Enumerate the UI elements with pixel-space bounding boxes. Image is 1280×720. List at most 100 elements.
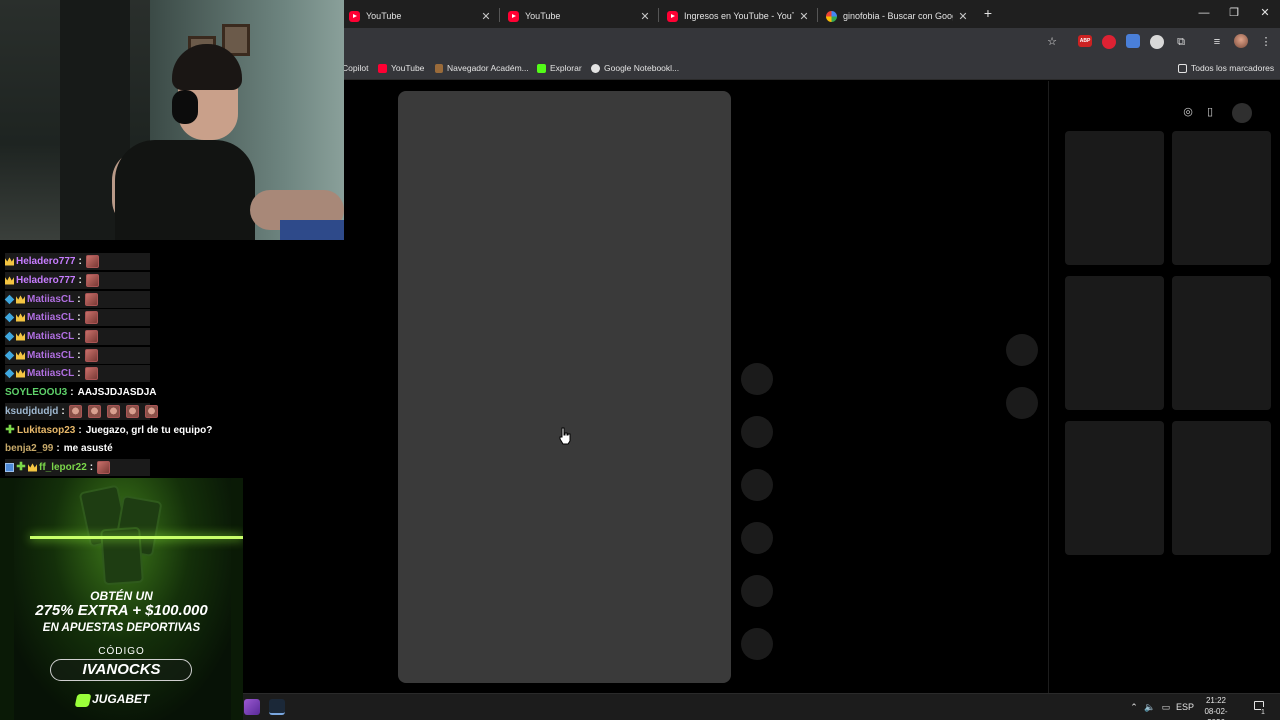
close-icon[interactable]: ✕	[957, 10, 969, 23]
sound-button-placeholder[interactable]	[741, 628, 773, 660]
youtube-icon	[378, 63, 387, 73]
tab-youtube-revenue[interactable]: Ingresos en YouTube - YouTube ✕	[661, 4, 816, 28]
side-card-placeholder[interactable]	[1172, 421, 1271, 555]
app-icon[interactable]	[244, 699, 260, 715]
side-card-placeholder[interactable]	[1172, 131, 1271, 265]
close-icon[interactable]: ✕	[480, 10, 492, 23]
like-button-placeholder[interactable]	[741, 363, 773, 395]
youtube-icon	[349, 10, 360, 22]
close-window-icon[interactable]: ✕	[1254, 4, 1276, 22]
chat-separator: :	[77, 293, 81, 305]
windows-taskbar	[243, 693, 1280, 720]
chat-separator: :	[78, 255, 82, 267]
side-card-placeholder[interactable]	[1065, 421, 1164, 555]
steam-icon[interactable]	[269, 699, 285, 715]
chat-username: ff_lepor22	[39, 461, 87, 473]
side-card-placeholder[interactable]	[1172, 276, 1271, 410]
clock-time: 21:22	[1205, 696, 1227, 705]
translate-extension-icon[interactable]	[1126, 34, 1140, 48]
account-avatar-placeholder[interactable]	[1232, 103, 1252, 123]
cast-icon[interactable]: ◎	[1180, 104, 1196, 120]
close-icon[interactable]: ✕	[639, 10, 651, 23]
tab-google-search[interactable]: ginofobia - Buscar con Google ✕	[820, 4, 975, 28]
notification-icon[interactable]: 1	[1252, 701, 1266, 719]
emote-icon	[125, 404, 139, 418]
chat-message: MatiiasCL:	[4, 346, 150, 364]
chat-separator: :	[77, 349, 81, 361]
share-button-placeholder[interactable]	[741, 522, 773, 554]
close-icon[interactable]: ✕	[798, 10, 810, 23]
chat-username: ksudjdudjd	[5, 405, 59, 417]
media-control-icon[interactable]: ≡	[1209, 34, 1225, 50]
network-icon[interactable]: ▭	[1159, 701, 1173, 713]
profile-avatar[interactable]	[1234, 34, 1248, 48]
ad-line-3: EN APUESTAS DEPORTIVAS	[42, 622, 201, 634]
bookmark-copilot[interactable]: Copilot	[342, 61, 368, 75]
hand-cursor-icon	[559, 427, 571, 445]
shorts-player-placeholder[interactable]	[398, 91, 731, 683]
next-short-button[interactable]	[1006, 387, 1038, 419]
extension-red-icon[interactable]	[1102, 35, 1116, 49]
side-card-placeholder[interactable]	[1065, 276, 1164, 410]
chat-message: MatiiasCL:	[4, 327, 150, 345]
chat-username: Heladero777	[16, 274, 76, 286]
all-bookmarks-label: Todos los marcadores	[1191, 63, 1275, 73]
academic-icon	[435, 63, 443, 73]
bookmark-label: YouTube	[391, 63, 425, 73]
folder-icon	[1178, 63, 1187, 73]
language-indicator[interactable]: ESP	[1176, 701, 1194, 713]
chat-separator: :	[77, 367, 81, 379]
chat-separator: :	[56, 442, 60, 454]
google-icon	[826, 10, 837, 22]
tab-separator	[817, 8, 818, 22]
extension-grey-icon[interactable]	[1150, 35, 1164, 49]
bookmark-explore[interactable]: Explorar	[537, 61, 582, 75]
chat-message-text: me asusté	[63, 442, 113, 454]
plus-badge-icon: ✚	[16, 460, 26, 473]
bookmark-label: Google Notebookl...	[604, 63, 680, 73]
chat-username: MatiiasCL	[27, 311, 75, 323]
minimize-icon[interactable]: —	[1193, 4, 1215, 22]
emote-icon	[68, 404, 82, 418]
side-card-placeholder[interactable]	[1065, 131, 1164, 265]
tray-overflow-icon[interactable]: ⌃	[1128, 701, 1140, 713]
chat-separator: :	[78, 274, 82, 286]
tab-youtube-2[interactable]: YouTube ✕	[502, 4, 657, 28]
chat-message: Heladero777:	[5, 252, 150, 270]
bookmark-star-icon[interactable]: ☆	[1044, 34, 1060, 50]
extensions-puzzle-icon[interactable]: ⧉	[1173, 34, 1189, 50]
taskbar-clock[interactable]: 21:22 08-02-2026	[1196, 695, 1236, 720]
bookmark-label: Navegador Académ...	[447, 63, 529, 73]
restore-icon[interactable]: ❐	[1223, 4, 1245, 22]
adblock-extension-icon[interactable]: ABP	[1078, 35, 1092, 47]
volume-icon[interactable]: 🔈	[1143, 701, 1157, 713]
emote-icon	[97, 460, 111, 474]
screen: YouTube ✕ YouTube ✕ Ingresos en YouTube …	[0, 0, 1280, 720]
tab-label: ginofobia - Buscar con Google	[843, 11, 953, 21]
chat-separator: :	[89, 461, 94, 473]
chat-username: MatiiasCL	[27, 330, 75, 342]
menu-dots-icon[interactable]: ⋮	[1258, 34, 1274, 50]
notification-count: 1	[1261, 707, 1265, 719]
chat-message: MatiiasCL:	[4, 364, 150, 382]
tab-youtube-1[interactable]: YouTube ✕	[343, 4, 498, 28]
chat-separator: :	[77, 330, 81, 342]
bookmark-youtube[interactable]: YouTube	[378, 61, 424, 75]
all-bookmarks-folder[interactable]: Todos los marcadores	[1178, 61, 1274, 75]
comments-button-placeholder[interactable]	[741, 469, 773, 501]
dislike-button-placeholder[interactable]	[741, 416, 773, 448]
ad-code: IVANOCKS	[82, 661, 161, 678]
bookmark-academic-browser[interactable]: Navegador Académ...	[435, 61, 529, 75]
emote-icon	[84, 348, 98, 362]
desk	[280, 220, 344, 240]
emote-icon	[85, 254, 99, 268]
previous-short-button[interactable]	[1006, 334, 1038, 366]
remix-button-placeholder[interactable]	[741, 575, 773, 607]
chat-message: benja2_99: me asusté	[5, 439, 113, 457]
bookmark-notebooklm[interactable]: Google Notebookl...	[591, 61, 679, 75]
chat-separator: :	[77, 311, 81, 323]
mobile-icon[interactable]: ▯	[1202, 104, 1218, 120]
ad-brand: JUGABET	[92, 692, 150, 706]
new-tab-icon[interactable]: +	[980, 5, 996, 21]
tab-label: YouTube	[525, 11, 561, 21]
